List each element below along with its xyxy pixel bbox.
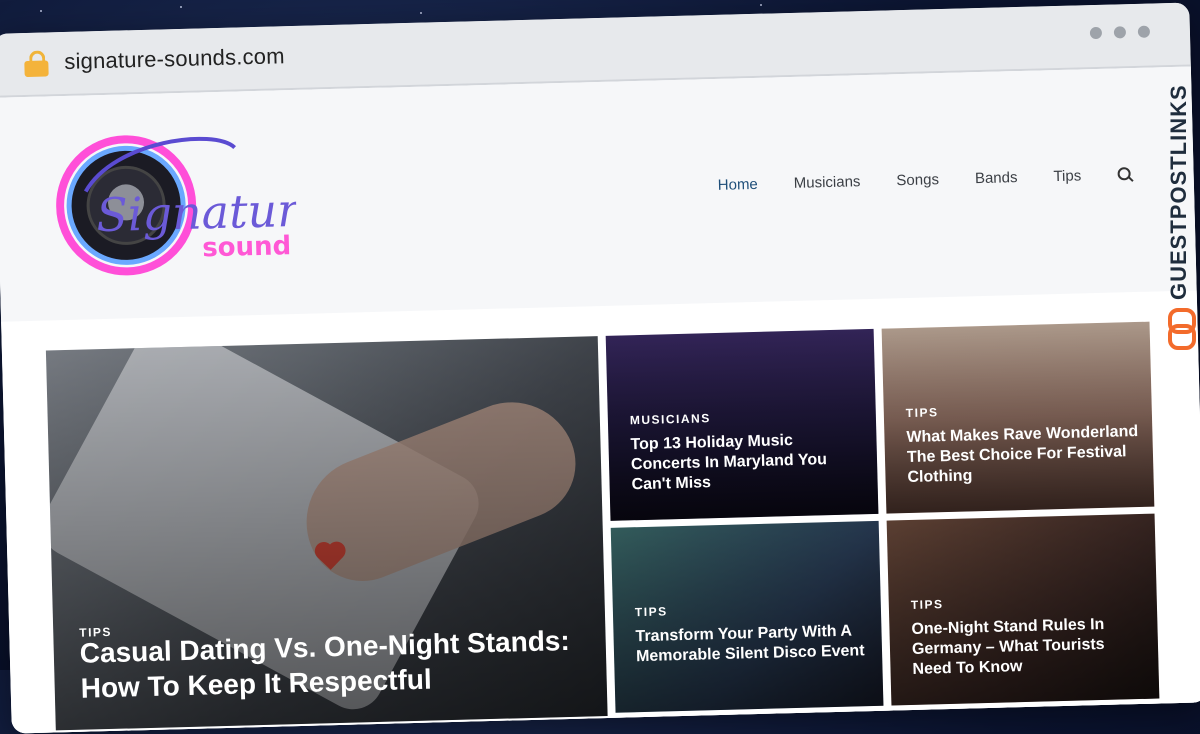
post-card[interactable]: MUSICIANS Top 13 Holiday Music Concerts …	[605, 328, 879, 521]
nav-tips[interactable]: Tips	[1053, 167, 1081, 185]
post-title[interactable]: One-Night Stand Rules In Germany – What …	[911, 614, 1148, 680]
main-nav: Home Musicians Songs Bands Tips	[718, 166, 1134, 194]
post-card[interactable]: TIPS What Makes Rave Wonderland The Best…	[881, 321, 1155, 514]
link-icon	[1168, 308, 1196, 350]
featured-post-card[interactable]: TIPS Casual Dating Vs. One-Night Stands:…	[45, 336, 608, 731]
nav-songs[interactable]: Songs	[896, 171, 939, 189]
brand-text: GUESTPOSTLINKS	[1166, 84, 1191, 300]
post-title[interactable]: Top 13 Holiday Music Concerts In Marylan…	[630, 429, 867, 495]
post-category[interactable]: TIPS	[911, 597, 944, 612]
post-category[interactable]: TIPS	[635, 604, 668, 619]
guestpostlinks-brand: GUESTPOSTLINKS	[1162, 50, 1198, 360]
nav-musicians[interactable]: Musicians	[794, 173, 861, 192]
star	[760, 4, 762, 6]
url-text[interactable]: signature-sounds.com	[64, 43, 285, 75]
star	[40, 10, 42, 12]
window-dot[interactable]	[1113, 26, 1127, 39]
logo-secondary-text: sound	[202, 231, 292, 263]
post-title[interactable]: Transform Your Party With A Memorable Si…	[635, 621, 872, 667]
star	[420, 12, 422, 14]
browser-window: signature-sounds.com Signature sound Hom…	[0, 2, 1200, 734]
window-dot[interactable]	[1137, 25, 1151, 38]
star	[180, 6, 182, 8]
post-card[interactable]: TIPS Transform Your Party With A Memorab…	[610, 520, 884, 713]
nav-home[interactable]: Home	[718, 176, 758, 194]
site-header: Signature sound Home Musicians Songs Ban…	[0, 66, 1197, 318]
site-logo[interactable]: Signature sound	[54, 126, 298, 282]
post-title[interactable]: What Makes Rave Wonderland The Best Choi…	[906, 422, 1143, 488]
website: Signature sound Home Musicians Songs Ban…	[0, 66, 1200, 734]
posts-grid: TIPS Casual Dating Vs. One-Night Stands:…	[1, 290, 1200, 734]
lock-icon	[24, 50, 49, 78]
post-title[interactable]: Casual Dating Vs. One-Night Stands: How …	[79, 623, 581, 706]
post-category[interactable]: MUSICIANS	[630, 411, 711, 427]
search-icon[interactable]	[1117, 167, 1133, 183]
nav-bands[interactable]: Bands	[975, 169, 1018, 187]
post-card[interactable]: TIPS One-Night Stand Rules In Germany – …	[886, 513, 1160, 706]
window-controls	[1089, 25, 1151, 40]
window-dot[interactable]	[1089, 26, 1103, 40]
post-category[interactable]: TIPS	[906, 405, 939, 420]
